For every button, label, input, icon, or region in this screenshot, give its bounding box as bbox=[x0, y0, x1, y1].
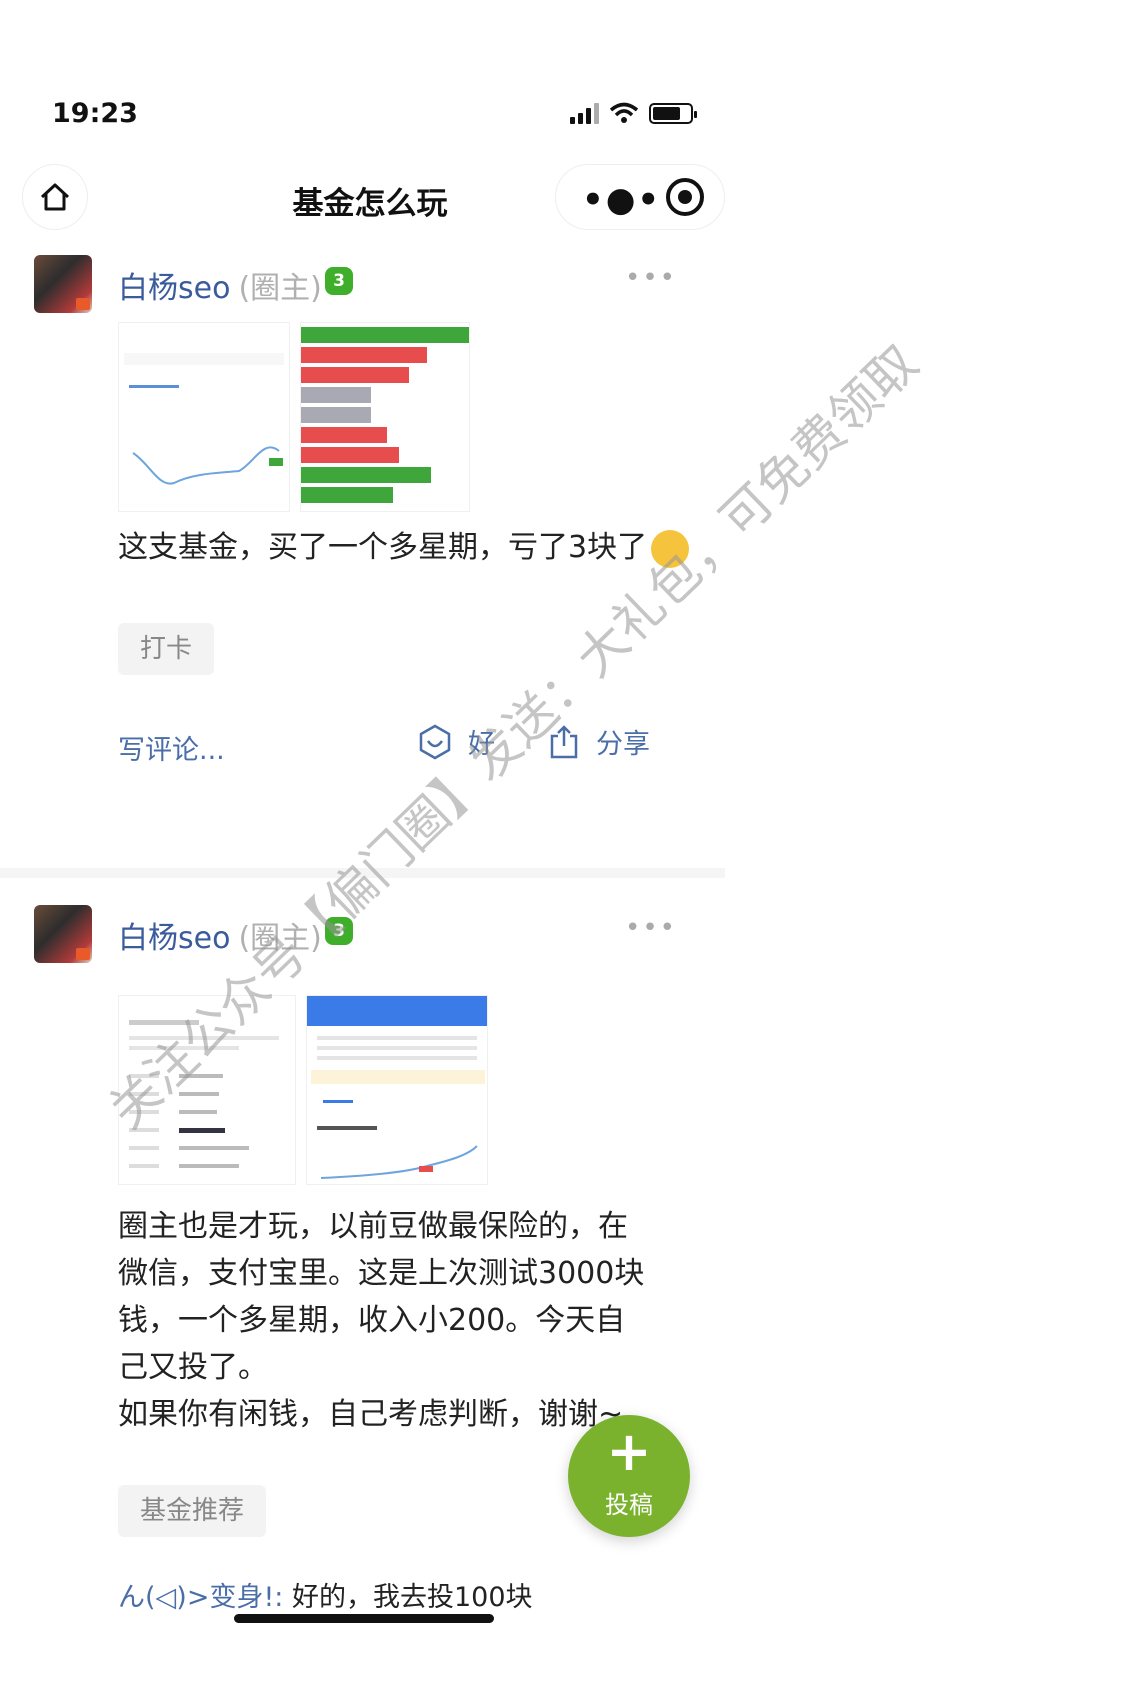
post-images bbox=[118, 322, 470, 512]
share-icon bbox=[550, 724, 578, 758]
comment-preview[interactable]: ん(◁)>变身!: 好的，我去投100块 bbox=[118, 1575, 533, 1614]
post-more-icon[interactable]: ••• bbox=[625, 913, 677, 943]
author-label: 白杨seo bbox=[118, 271, 231, 306]
phone-screen: 19:23 基金怎么玩 •●• 白杨seo (圈主) 3 ••• 这支基金，买了… bbox=[0, 0, 725, 1701]
holding-detail-screen bbox=[307, 996, 487, 1179]
status-icons bbox=[570, 102, 697, 124]
share-label: 分享 bbox=[596, 729, 650, 760]
more-icon[interactable]: •●• bbox=[582, 183, 661, 217]
like-button[interactable]: 好 bbox=[418, 722, 495, 761]
post-more-icon[interactable]: ••• bbox=[625, 263, 677, 293]
avatar[interactable] bbox=[34, 255, 92, 313]
post-image-bars[interactable] bbox=[300, 322, 470, 512]
author-role: (圈主) bbox=[238, 271, 322, 306]
level-badge: 3 bbox=[325, 267, 353, 295]
fund-trend-chart bbox=[124, 353, 284, 485]
battery-icon bbox=[649, 103, 697, 124]
author-name[interactable]: 白杨seo (圈主) bbox=[118, 913, 322, 957]
author-role: (圈主) bbox=[238, 921, 322, 956]
post-text: 这支基金，买了一个多星期，亏了3块了 bbox=[118, 525, 693, 571]
page-title: 基金怎么玩 bbox=[292, 186, 448, 222]
avatar[interactable] bbox=[34, 905, 92, 963]
commenter-name: ん(◁)>变身!: bbox=[118, 1582, 284, 1613]
share-button[interactable]: 分享 bbox=[548, 722, 650, 761]
post-submit-button[interactable]: + 投稿 bbox=[568, 1415, 690, 1537]
comment-input-link[interactable]: 写评论... bbox=[118, 728, 225, 767]
mini-program-capsule: •●• bbox=[555, 164, 725, 230]
post-card: 白杨seo (圈主) 3 ••• bbox=[0, 255, 725, 800]
home-icon bbox=[40, 183, 70, 211]
author-name[interactable]: 白杨seo (圈主) bbox=[118, 263, 322, 307]
post-text-line: 己又投了。 bbox=[118, 1350, 268, 1385]
post-image-purchase-record[interactable] bbox=[118, 995, 296, 1185]
post-divider bbox=[0, 868, 725, 878]
wifi-icon bbox=[609, 102, 639, 123]
status-time: 19:23 bbox=[52, 98, 138, 129]
post-submit-label: 投稿 bbox=[605, 1491, 653, 1519]
purchase-record-lines bbox=[129, 1020, 279, 1168]
home-indicator bbox=[234, 1614, 494, 1623]
post-text-line: 钱，一个多星期，收入小200。今天自 bbox=[118, 1303, 626, 1338]
nav-bar: 基金怎么玩 •●• bbox=[0, 160, 725, 240]
signal-icon bbox=[570, 102, 599, 124]
level-badge: 3 bbox=[325, 917, 353, 945]
daily-gain-bars bbox=[301, 327, 469, 503]
post-action-bar: 写评论... 好 分享 bbox=[118, 720, 693, 770]
post-text-line: 圈主也是才玩，以前豆做最保险的，在 bbox=[118, 1209, 628, 1244]
topic-tag[interactable]: 打卡 bbox=[118, 623, 215, 675]
post-text-content: 这支基金，买了一个多星期，亏了3块了 bbox=[118, 530, 648, 565]
topic-tag[interactable]: 基金推荐 bbox=[118, 1485, 267, 1537]
status-bar: 19:23 bbox=[0, 88, 725, 144]
plus-icon: + bbox=[606, 1420, 652, 1483]
post-text-line: 微信，支付宝里。这是上次测试3000块 bbox=[118, 1256, 645, 1291]
post-text: 圈主也是才玩，以前豆做最保险的，在 微信，支付宝里。这是上次测试3000块 钱，… bbox=[118, 1203, 693, 1438]
comment-text: 好的，我去投100块 bbox=[291, 1582, 533, 1613]
post-image-holding[interactable] bbox=[306, 995, 488, 1185]
like-icon bbox=[419, 724, 451, 759]
thinking-emoji-icon bbox=[651, 529, 690, 568]
home-button[interactable] bbox=[22, 164, 88, 230]
close-target-icon[interactable] bbox=[666, 178, 704, 216]
like-label: 好 bbox=[468, 729, 495, 760]
post-image-line-chart[interactable] bbox=[118, 322, 290, 512]
post-images bbox=[118, 995, 488, 1185]
author-label: 白杨seo bbox=[118, 921, 231, 956]
